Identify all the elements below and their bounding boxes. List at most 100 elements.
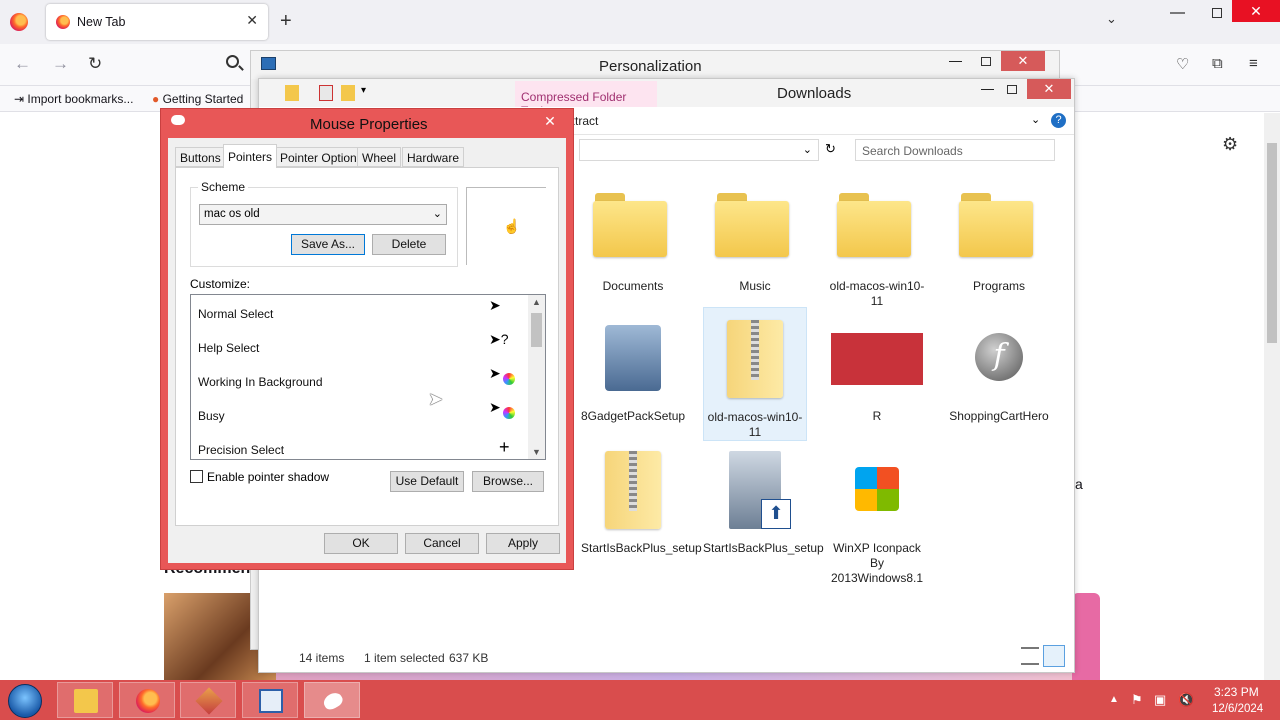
network-icon[interactable]: ▣ (1154, 692, 1166, 708)
taskbar-file-explorer[interactable] (57, 682, 113, 718)
status-selection: 1 item selected (364, 651, 445, 665)
volume-muted-icon[interactable]: 🔇 (1178, 692, 1194, 708)
browse-button[interactable]: Browse... (472, 471, 544, 492)
pointers-panel: Scheme mac os old ⌄ Save As... Delete ☝ … (175, 167, 559, 526)
pointer-list-scroll-thumb[interactable] (531, 313, 542, 347)
pocket-icon[interactable]: ♡ (1176, 55, 1189, 73)
cancel-button[interactable]: Cancel (405, 533, 479, 554)
dialog-close-button[interactable]: ✕ (535, 111, 565, 131)
mouse-icon (321, 689, 345, 713)
browser-close-button[interactable]: ✕ (1232, 0, 1280, 22)
scheme-select[interactable]: mac os old ⌄ (199, 204, 447, 225)
scroll-down-icon[interactable]: ▼ (532, 447, 541, 457)
explorer-close-button[interactable]: ✕ (1027, 79, 1071, 99)
help-icon[interactable]: ? (1051, 113, 1066, 128)
ribbon-expand-chevron-icon[interactable]: ⌄ (1031, 113, 1040, 126)
tab-pointers[interactable]: Pointers (223, 144, 278, 168)
start-button[interactable] (8, 684, 42, 718)
mouse-pointer-icon: ➤ (428, 389, 444, 409)
folder-quick-access-icon[interactable] (285, 85, 299, 101)
taskbar-mouse-properties[interactable] (304, 682, 360, 718)
enable-pointer-shadow-checkbox[interactable] (190, 470, 203, 483)
tab-wheel[interactable]: Wheel (357, 147, 402, 167)
show-hidden-icons-icon[interactable]: ▲ (1109, 694, 1119, 705)
forward-arrow-icon[interactable]: → (52, 54, 69, 74)
menu-hamburger-icon[interactable]: ≡ (1249, 55, 1258, 72)
address-dropdown-chevron-icon[interactable]: ⌄ (803, 143, 812, 156)
file-name: 8GadgetPackSetup (581, 409, 686, 423)
details-view-icon[interactable] (1021, 647, 1039, 665)
use-default-button[interactable]: Use Default (390, 471, 464, 492)
clock-date[interactable]: 12/6/2024 (1212, 703, 1263, 715)
file-item[interactable]: StartIsBackPlus_setup (581, 445, 702, 556)
ok-button[interactable]: OK (324, 533, 398, 554)
pointer-row-working-in-background[interactable]: Working In Background (198, 375, 323, 389)
reload-icon[interactable]: ↻ (88, 54, 102, 74)
new-tab-plus-icon[interactable]: + (280, 10, 292, 33)
search-downloads-input[interactable]: Search Downloads (855, 139, 1055, 161)
personalization-title-bar[interactable]: Personalization — ✕ (251, 51, 1059, 79)
file-item[interactable]: old-macos-win10-11 (825, 183, 929, 309)
properties-quick-access-icon[interactable] (319, 85, 333, 101)
new-folder-quick-access-icon[interactable] (341, 85, 355, 101)
browser-maximize-button[interactable] (1212, 8, 1222, 18)
personalization-maximize-button[interactable] (981, 57, 991, 66)
close-tab-icon[interactable]: ✕ (246, 12, 258, 29)
pointer-list[interactable]: Normal Select ➤ Help Select ➤? Working I… (190, 294, 546, 460)
delete-button[interactable]: Delete (372, 234, 446, 255)
enable-pointer-shadow-label[interactable]: Enable pointer shadow (207, 470, 329, 484)
taskbar-control-panel[interactable] (242, 682, 298, 718)
firefox-logo-icon[interactable] (10, 13, 28, 31)
personalization-close-button[interactable]: ✕ (1001, 51, 1045, 71)
pointer-row-precision-select[interactable]: Precision Select (198, 443, 284, 457)
recommended-story-image-right[interactable] (1072, 593, 1100, 680)
file-item[interactable]: ShoppingCartHero (947, 313, 1051, 424)
personalization-minimize-button[interactable]: — (949, 53, 962, 68)
zip-folder-icon (587, 445, 679, 537)
file-item-selected[interactable]: old-macos-win10-11 (703, 307, 807, 441)
pointer-list-scrollbar[interactable]: ▲ ▼ (528, 295, 545, 459)
folder-icon (709, 183, 801, 275)
clock-time[interactable]: 3:23 PM (1214, 685, 1259, 699)
explorer-maximize-button[interactable] (1007, 85, 1017, 94)
apply-button[interactable]: Apply (486, 533, 560, 554)
tab-hardware[interactable]: Hardware (402, 147, 465, 167)
back-arrow-icon[interactable]: ← (14, 54, 31, 74)
large-icons-view-icon[interactable] (1043, 645, 1065, 667)
file-item[interactable]: WinXP Iconpack By 2013Windows8.1 (825, 445, 929, 586)
file-item[interactable]: Programs (947, 183, 1051, 294)
taskbar-firefox[interactable] (119, 682, 175, 718)
browser-minimize-button[interactable]: — (1170, 4, 1185, 21)
pointer-row-busy[interactable]: Busy (198, 409, 225, 423)
pointer-row-help-select[interactable]: Help Select (198, 341, 259, 355)
save-as-button[interactable]: Save As... (291, 234, 365, 255)
tab-pointer-options[interactable]: Pointer Options (275, 147, 368, 167)
page-scrollbar[interactable] (1264, 113, 1280, 680)
qat-dropdown-chevron-icon[interactable]: ▾ (361, 85, 366, 96)
file-item[interactable]: Music (703, 183, 807, 294)
action-center-flag-icon[interactable]: ⚑ (1131, 692, 1143, 708)
scroll-up-icon[interactable]: ▲ (532, 297, 541, 307)
pointer-row-normal-select[interactable]: Normal Select (198, 307, 273, 321)
taskbar-personalization[interactable] (180, 682, 236, 718)
file-item[interactable]: R (825, 313, 929, 424)
extensions-icon[interactable]: ⧉ (1212, 55, 1223, 72)
search-icon[interactable] (226, 55, 239, 68)
personalization-title: Personalization (599, 58, 702, 75)
tab-buttons[interactable]: Buttons (175, 147, 226, 167)
bookmark-getting-started[interactable]: ● Getting Started (152, 92, 243, 106)
page-scrollbar-thumb[interactable] (1267, 143, 1277, 343)
bookmark-import[interactable]: ⇥ Import bookmarks... (14, 92, 133, 106)
busy-wheel-icon (503, 407, 515, 419)
explorer-title-bar[interactable]: ▾ Downloads — ✕ (259, 79, 1074, 107)
tab-new-tab[interactable]: New Tab ✕ (46, 4, 268, 40)
file-item[interactable]: StartIsBackPlus_setup (703, 445, 824, 556)
refresh-icon[interactable]: ↻ (825, 141, 836, 157)
list-all-tabs-chevron-icon[interactable]: ⌄ (1106, 11, 1117, 27)
file-item[interactable]: Documents (581, 183, 685, 294)
address-bar[interactable]: ⌄ (579, 139, 819, 161)
explorer-minimize-button[interactable]: — (981, 81, 994, 96)
file-item[interactable]: 8GadgetPackSetup (581, 313, 685, 424)
gear-icon[interactable]: ⚙ (1222, 134, 1238, 155)
mouse-properties-title-bar[interactable]: Mouse Properties ✕ (161, 109, 573, 137)
